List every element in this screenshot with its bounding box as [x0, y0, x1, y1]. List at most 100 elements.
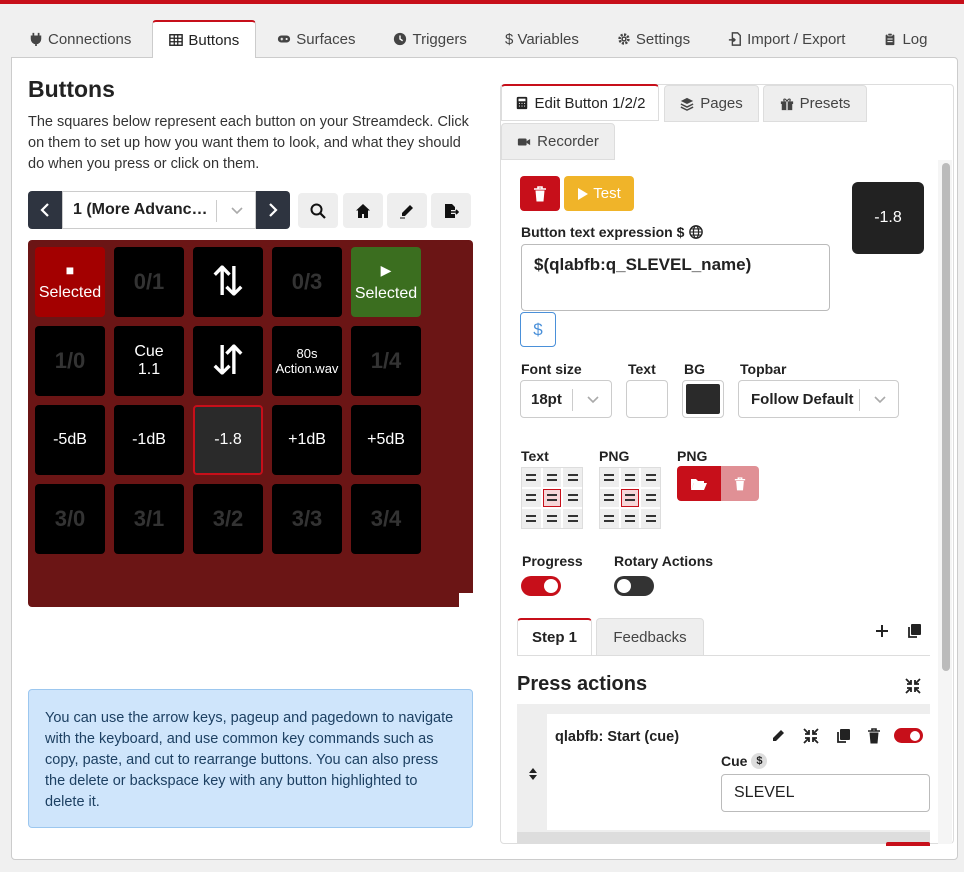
tab-feedbacks[interactable]: Feedbacks	[596, 618, 704, 656]
page-select[interactable]: 1 (More Advanced)	[62, 191, 256, 229]
align-option[interactable]	[620, 509, 640, 528]
grid-button-1-0[interactable]: 1/0	[35, 326, 105, 396]
chevron-left-icon	[40, 203, 49, 217]
align-option[interactable]	[600, 468, 619, 487]
duplicate-action-button[interactable]	[833, 726, 853, 746]
tab-label: Buttons	[188, 31, 240, 49]
grid-button-2-0[interactable]: -5dB	[35, 405, 105, 475]
text-color-picker[interactable]	[626, 380, 668, 418]
png-open-button[interactable]	[677, 466, 721, 501]
align-option[interactable]	[522, 509, 541, 528]
text-expression-input[interactable]: $(qlabfb:q_SLEVEL_name)	[521, 244, 830, 311]
tab-buttons[interactable]: Buttons	[152, 20, 257, 58]
align-option[interactable]	[542, 468, 562, 487]
align-option[interactable]	[563, 468, 582, 487]
drag-handle[interactable]	[523, 764, 543, 784]
video-camera-icon	[518, 138, 531, 145]
tab-label: Triggers	[412, 30, 467, 48]
action-enabled-toggle[interactable]	[894, 728, 923, 743]
png-clear-button[interactable]	[721, 466, 759, 501]
home-button[interactable]	[343, 193, 383, 228]
grid-button-label: -1dB	[132, 431, 166, 448]
grid-button-2-3[interactable]: +1dB	[272, 405, 342, 475]
resize-handle[interactable]	[459, 593, 473, 607]
align-option[interactable]	[641, 468, 660, 487]
delete-button[interactable]	[520, 176, 560, 211]
prev-page-button[interactable]	[28, 191, 62, 229]
search-button[interactable]	[298, 193, 338, 228]
tab-label: Recorder	[537, 133, 599, 150]
align-option[interactable]	[542, 509, 562, 528]
font-size-label: Font size	[521, 361, 582, 377]
tab-log[interactable]: Log	[866, 20, 944, 57]
grid-button-2-4[interactable]: +5dB	[351, 405, 421, 475]
next-page-button[interactable]	[256, 191, 290, 229]
delete-action-button[interactable]	[864, 726, 884, 746]
grid-button-1-1[interactable]: Cue 1.1	[114, 326, 184, 396]
grid-button-1-3[interactable]: 80s Action.wav	[272, 326, 342, 396]
grid-button-1-2[interactable]: ⇵	[193, 326, 263, 396]
tab-settings[interactable]: Settings	[600, 20, 707, 57]
button-preview: -1.8	[852, 182, 924, 254]
export-page-button[interactable]	[431, 193, 471, 228]
grid-button-2-2[interactable]: -1.8	[193, 405, 263, 475]
font-size-select[interactable]: 18pt	[520, 380, 612, 418]
align-option[interactable]	[600, 488, 619, 508]
grid-button-0-3[interactable]: 0/3	[272, 247, 342, 317]
tab-step-1[interactable]: Step 1	[517, 618, 592, 656]
grid-button-3-3[interactable]: 3/3	[272, 484, 342, 554]
align-option[interactable]	[641, 488, 660, 508]
edit-action-button[interactable]	[768, 726, 788, 746]
scrollbar-thumb[interactable]	[942, 163, 950, 671]
font-size-value: 18pt	[531, 390, 562, 408]
grid-button-label: 0/3	[291, 269, 323, 294]
tab-pages[interactable]: Pages	[664, 85, 759, 122]
test-button[interactable]: Test	[564, 176, 634, 211]
bg-color-picker[interactable]	[682, 380, 724, 418]
align-option[interactable]	[563, 488, 582, 508]
grid-button-1-4[interactable]: 1/4	[351, 326, 421, 396]
align-option[interactable]	[563, 509, 582, 528]
folder-open-icon	[691, 478, 707, 490]
tab-presets[interactable]: Presets	[763, 85, 867, 122]
tab-surfaces[interactable]: Surfaces	[260, 20, 372, 57]
rotary-actions-toggle[interactable]	[614, 576, 654, 596]
tab-connections[interactable]: Connections	[12, 20, 148, 57]
align-option[interactable]	[620, 468, 640, 487]
grid-button-0-2[interactable]: ⇅	[193, 247, 263, 317]
grid-button-2-1[interactable]: -1dB	[114, 405, 184, 475]
tab-import-export[interactable]: Import / Export	[711, 20, 862, 57]
add-step-button[interactable]	[872, 621, 892, 641]
align-option[interactable]	[600, 509, 619, 528]
align-option[interactable]	[641, 509, 660, 528]
collapse-action-button[interactable]	[801, 726, 821, 746]
grid-button-3-0[interactable]: 3/0	[35, 484, 105, 554]
grid-button-3-1[interactable]: 3/1	[114, 484, 184, 554]
cue-input[interactable]: SLEVEL	[721, 774, 930, 812]
tab-triggers[interactable]: Triggers	[376, 20, 483, 57]
collapse-all-button[interactable]	[903, 676, 923, 696]
align-option[interactable]	[522, 488, 541, 508]
variable-picker-button[interactable]: $	[520, 312, 556, 347]
grid-button-3-2[interactable]: 3/2	[193, 484, 263, 554]
align-option[interactable]	[522, 468, 541, 487]
edit-page-button[interactable]	[387, 193, 427, 228]
grid-button-0-0[interactable]: ■ Selected	[35, 247, 105, 317]
rotary-actions-label: Rotary Actions	[614, 553, 714, 569]
toggle-knob	[544, 579, 558, 593]
topbar-select[interactable]: Follow Default	[738, 380, 899, 418]
tab-edit-button[interactable]: Edit Button 1/2/2	[501, 84, 659, 121]
grid-button-3-4[interactable]: 3/4	[351, 484, 421, 554]
grid-button-0-4[interactable]: ▶ Selected	[351, 247, 421, 317]
chevron-down-icon	[874, 396, 886, 404]
text-expression-label: Button text expression $	[521, 224, 704, 240]
grid-button-0-1[interactable]: 0/1	[114, 247, 184, 317]
progress-toggle[interactable]	[521, 576, 561, 596]
png-alignment-grid	[599, 467, 661, 529]
align-option-selected[interactable]	[620, 488, 640, 508]
duplicate-step-button[interactable]	[904, 621, 924, 641]
tab-recorder[interactable]: Recorder	[501, 123, 615, 160]
align-option-selected[interactable]	[542, 488, 562, 508]
tab-variables[interactable]: $ Variables	[488, 20, 596, 57]
play-icon	[578, 187, 589, 200]
